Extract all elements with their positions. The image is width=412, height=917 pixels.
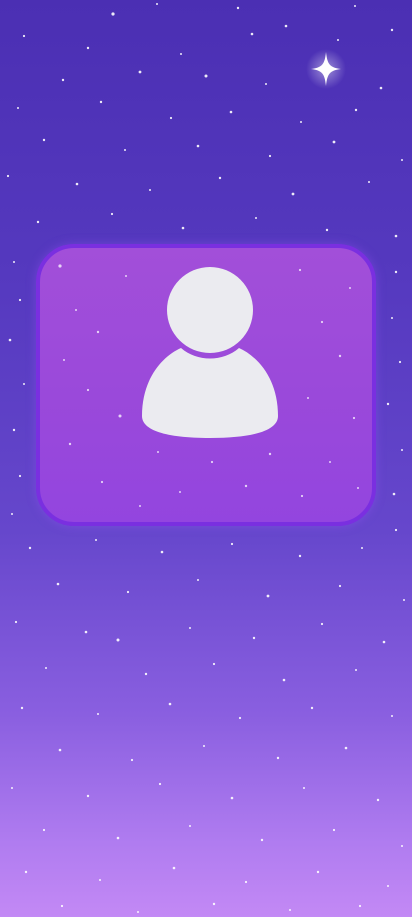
sparkle-star-icon: [306, 49, 346, 89]
profile-avatar-card[interactable]: [36, 244, 376, 526]
app-screen: [0, 0, 412, 917]
user-avatar-icon: [142, 267, 278, 438]
